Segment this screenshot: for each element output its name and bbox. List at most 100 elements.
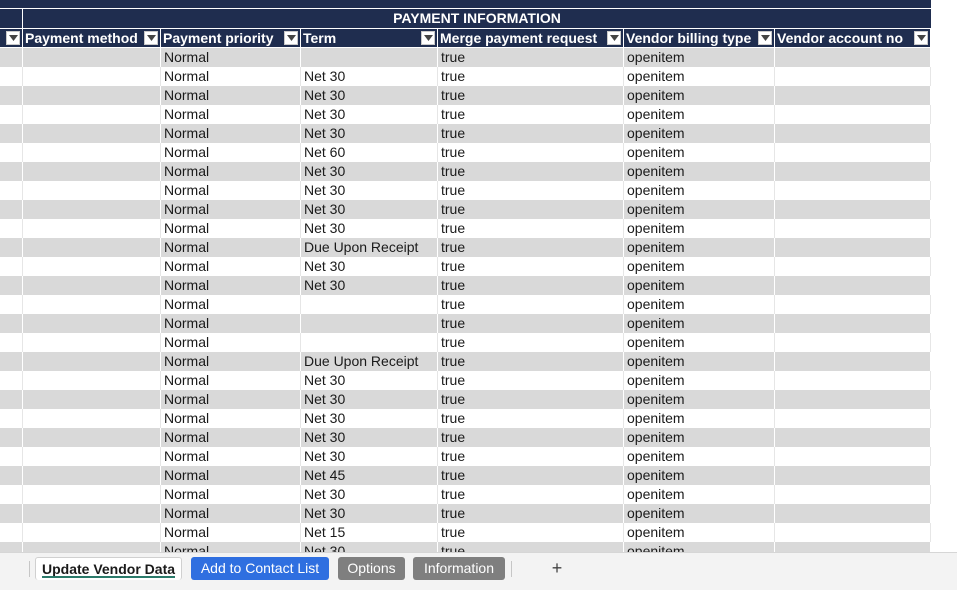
merge-payment-request-cell[interactable]: true (438, 257, 624, 276)
group-header-title[interactable]: PAYMENT INFORMATION (23, 9, 931, 28)
payment-method-cell[interactable] (23, 162, 161, 181)
column-header-term[interactable]: Term (301, 29, 438, 47)
vendor-account-no-cell[interactable] (775, 428, 931, 447)
vendor-billing-type-cell[interactable]: openitem (624, 276, 775, 295)
previous-column-cell[interactable] (0, 466, 23, 485)
previous-column-cell[interactable] (0, 124, 23, 143)
payment-priority-cell[interactable]: Normal (161, 523, 301, 542)
filter-dropdown-icon[interactable] (6, 31, 20, 45)
term-cell[interactable]: Net 30 (301, 86, 438, 105)
vendor-account-no-cell[interactable] (775, 409, 931, 428)
payment-priority-cell[interactable]: Normal (161, 181, 301, 200)
payment-priority-cell[interactable]: Normal (161, 409, 301, 428)
payment-method-cell[interactable] (23, 295, 161, 314)
vendor-account-no-cell[interactable] (775, 124, 931, 143)
payment-method-cell[interactable] (23, 124, 161, 143)
vendor-billing-type-cell[interactable]: openitem (624, 542, 775, 552)
previous-column-cell[interactable] (0, 333, 23, 352)
previous-column-cell[interactable] (0, 542, 23, 552)
payment-priority-cell[interactable]: Normal (161, 67, 301, 86)
vendor-billing-type-cell[interactable]: openitem (624, 67, 775, 86)
vendor-billing-type-cell[interactable]: openitem (624, 447, 775, 466)
payment-priority-cell[interactable]: Normal (161, 238, 301, 257)
term-cell[interactable]: Net 15 (301, 523, 438, 542)
vendor-billing-type-cell[interactable]: openitem (624, 504, 775, 523)
filter-dropdown-icon[interactable] (914, 31, 928, 45)
payment-priority-cell[interactable]: Normal (161, 276, 301, 295)
term-cell[interactable]: Net 30 (301, 200, 438, 219)
merge-payment-request-cell[interactable]: true (438, 333, 624, 352)
filter-dropdown-icon[interactable] (607, 31, 621, 45)
spreadsheet-grid[interactable]: PAYMENT INFORMATION Payment method Payme… (0, 0, 957, 552)
payment-priority-cell[interactable]: Normal (161, 124, 301, 143)
vendor-billing-type-cell[interactable]: openitem (624, 466, 775, 485)
previous-column-cell[interactable] (0, 162, 23, 181)
merge-payment-request-cell[interactable]: true (438, 86, 624, 105)
payment-method-cell[interactable] (23, 105, 161, 124)
payment-method-cell[interactable] (23, 67, 161, 86)
vendor-billing-type-cell[interactable]: openitem (624, 485, 775, 504)
column-header-payment-priority[interactable]: Payment priority (161, 29, 301, 47)
column-header-payment-method[interactable]: Payment method (23, 29, 161, 47)
term-cell[interactable]: Net 30 (301, 105, 438, 124)
term-cell[interactable]: Net 30 (301, 504, 438, 523)
payment-method-cell[interactable] (23, 200, 161, 219)
payment-priority-cell[interactable]: Normal (161, 428, 301, 447)
payment-priority-cell[interactable]: Normal (161, 200, 301, 219)
vendor-billing-type-cell[interactable]: openitem (624, 409, 775, 428)
term-cell[interactable]: Due Upon Receipt (301, 238, 438, 257)
payment-method-cell[interactable] (23, 409, 161, 428)
vendor-account-no-cell[interactable] (775, 200, 931, 219)
payment-method-cell[interactable] (23, 86, 161, 105)
vendor-billing-type-cell[interactable]: openitem (624, 48, 775, 67)
term-cell[interactable]: Net 30 (301, 219, 438, 238)
payment-priority-cell[interactable]: Normal (161, 219, 301, 238)
vendor-billing-type-cell[interactable]: openitem (624, 390, 775, 409)
payment-priority-cell[interactable]: Normal (161, 504, 301, 523)
vendor-billing-type-cell[interactable]: openitem (624, 333, 775, 352)
tab-update-vendor-data[interactable]: Update Vendor Data (35, 557, 182, 580)
vendor-account-no-cell[interactable] (775, 314, 931, 333)
payment-priority-cell[interactable]: Normal (161, 352, 301, 371)
tab-options[interactable]: Options (338, 557, 405, 580)
previous-column-cell[interactable] (0, 200, 23, 219)
merge-payment-request-cell[interactable]: true (438, 542, 624, 552)
term-cell[interactable]: Net 30 (301, 276, 438, 295)
payment-method-cell[interactable] (23, 219, 161, 238)
vendor-billing-type-cell[interactable]: openitem (624, 314, 775, 333)
tab-add-to-contact-list[interactable]: Add to Contact List (191, 557, 329, 580)
column-header-previous[interactable] (0, 29, 23, 47)
merge-payment-request-cell[interactable]: true (438, 124, 624, 143)
merge-payment-request-cell[interactable]: true (438, 390, 624, 409)
previous-column-cell[interactable] (0, 143, 23, 162)
merge-payment-request-cell[interactable]: true (438, 428, 624, 447)
term-cell[interactable]: Net 30 (301, 485, 438, 504)
merge-payment-request-cell[interactable]: true (438, 409, 624, 428)
vendor-billing-type-cell[interactable]: openitem (624, 162, 775, 181)
vendor-account-no-cell[interactable] (775, 542, 931, 552)
vendor-billing-type-cell[interactable]: openitem (624, 143, 775, 162)
payment-priority-cell[interactable]: Normal (161, 48, 301, 67)
term-cell[interactable]: Net 30 (301, 257, 438, 276)
previous-column-cell[interactable] (0, 181, 23, 200)
previous-column-cell[interactable] (0, 257, 23, 276)
filter-dropdown-icon[interactable] (421, 31, 435, 45)
payment-method-cell[interactable] (23, 466, 161, 485)
group-header-left-cell[interactable] (0, 9, 23, 28)
filter-dropdown-icon[interactable] (284, 31, 298, 45)
merge-payment-request-cell[interactable]: true (438, 105, 624, 124)
previous-column-cell[interactable] (0, 238, 23, 257)
vendor-account-no-cell[interactable] (775, 143, 931, 162)
payment-priority-cell[interactable]: Normal (161, 333, 301, 352)
vendor-account-no-cell[interactable] (775, 238, 931, 257)
payment-method-cell[interactable] (23, 390, 161, 409)
vendor-account-no-cell[interactable] (775, 276, 931, 295)
plus-icon[interactable]: + (546, 557, 568, 580)
term-cell[interactable]: Net 45 (301, 466, 438, 485)
vendor-account-no-cell[interactable] (775, 504, 931, 523)
column-header-vendor-account-no[interactable]: Vendor account no (775, 29, 931, 47)
previous-column-cell[interactable] (0, 48, 23, 67)
merge-payment-request-cell[interactable]: true (438, 238, 624, 257)
previous-column-cell[interactable] (0, 276, 23, 295)
payment-method-cell[interactable] (23, 428, 161, 447)
